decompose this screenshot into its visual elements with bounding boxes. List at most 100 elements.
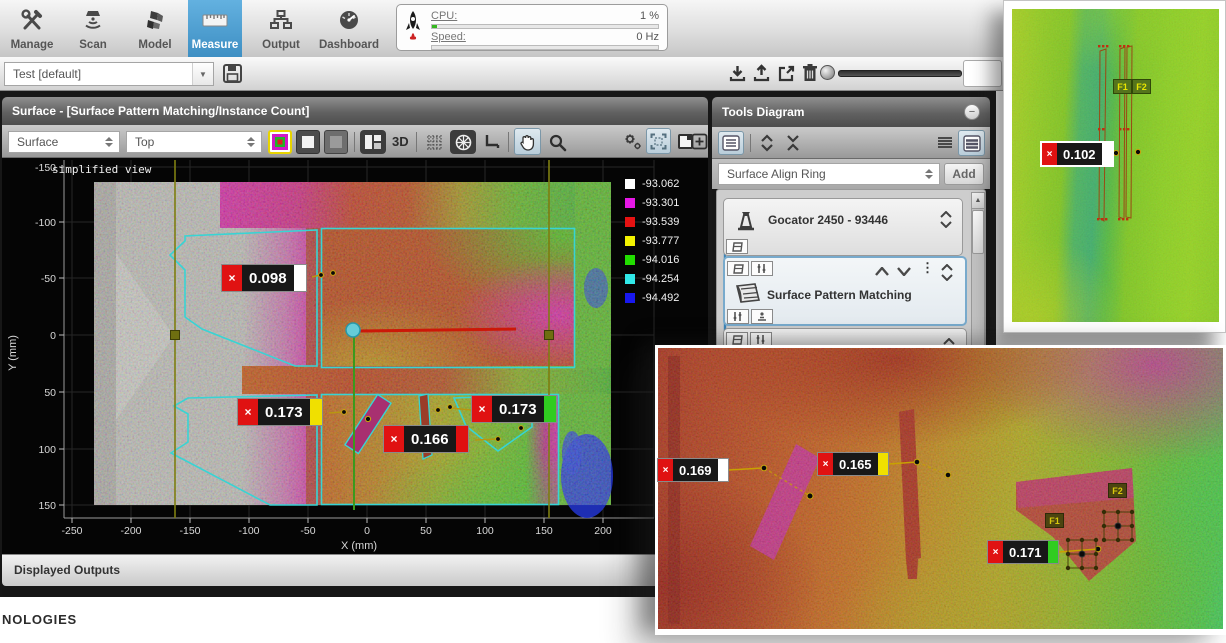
zoom-heatmap-image[interactable]: F1 F2 × 0.169 × 0.165 × 0.171 [658, 348, 1223, 629]
delete-measurement-icon[interactable]: × [472, 396, 492, 422]
measurement-label[interactable]: × 0.169 [657, 458, 729, 482]
add-tool-row: Surface Align Ring Add [712, 159, 990, 189]
surface-panel-title: Surface - [Surface Pattern Matching/Inst… [2, 97, 708, 125]
pan-hand-button[interactable] [514, 128, 541, 155]
uniform-view-button[interactable] [324, 130, 348, 154]
svg-text:-50: -50 [300, 525, 315, 537]
collapse-all-icon[interactable] [782, 132, 804, 154]
nav-measure[interactable]: Measure [188, 0, 242, 57]
collapse-panel-button[interactable]: − [964, 104, 980, 120]
nav-dashboard[interactable]: Dashboard [314, 0, 384, 57]
move-tool-down-icon[interactable] [895, 264, 913, 278]
svg-text:0: 0 [50, 330, 56, 342]
view-3d-button[interactable]: 3D [392, 134, 409, 149]
legend-row: -93.062 [625, 174, 679, 193]
tool-output-port[interactable] [727, 309, 749, 324]
measurement-label[interactable]: × 0.171 [987, 540, 1059, 564]
green-heatmap-image[interactable]: F1 F2 × 0.102 [1012, 9, 1219, 322]
toolbar-separator [416, 132, 417, 152]
profile-line-button[interactable] [482, 132, 502, 152]
surface-viewport[interactable]: -250 -200 -150 -100 -50 0 50 100 150 200… [2, 158, 708, 554]
delete-measurement-icon[interactable]: × [1042, 143, 1057, 165]
y-axis-ticks: -150 -100 -50 0 50 100 150 [35, 162, 56, 512]
surface-source-select[interactable]: Surface [8, 131, 120, 153]
surface-view-toolbar: Surface Top 3D [2, 125, 708, 158]
split-view-button[interactable] [360, 130, 386, 154]
replay-slider-track[interactable] [838, 70, 962, 77]
legend-swatch [625, 198, 635, 208]
nav-dashboard-label: Dashboard [319, 39, 379, 51]
measurement-color-chip [718, 459, 728, 481]
surface-view-select[interactable]: Top [126, 131, 262, 153]
delete-measurement-icon[interactable]: × [658, 459, 673, 481]
measurement-label[interactable]: × 0.098 [221, 264, 307, 292]
nav-manage[interactable]: Manage [4, 0, 60, 57]
export-job-button[interactable] [777, 64, 796, 83]
download-job-button[interactable] [728, 64, 747, 83]
detail-view-icon[interactable] [958, 130, 985, 156]
upload-job-button[interactable] [752, 64, 771, 83]
tool-output-port[interactable] [751, 309, 773, 324]
move-tool-up-icon[interactable] [873, 264, 891, 278]
speed-status-row: Speed: 0 Hz [431, 31, 659, 43]
cpu-value: 1 % [640, 10, 659, 22]
diagram-view-button[interactable] [718, 131, 744, 155]
job-select[interactable]: Test [default] ▼ [4, 62, 214, 86]
scan-sensor-icon [80, 7, 106, 33]
measurement-label[interactable]: × 0.102 [1040, 141, 1114, 167]
delete-measurement-icon[interactable]: × [238, 399, 258, 425]
heightmap-view-button[interactable] [268, 130, 292, 154]
feature-label-f2: F2 [1108, 483, 1127, 498]
tool-menu-dots-icon[interactable]: ⋮ [921, 260, 934, 276]
point-grid-button[interactable] [422, 130, 446, 154]
cpu-progress-bar [431, 24, 659, 29]
card-collapse-chevrons[interactable] [940, 211, 952, 228]
card-collapse-chevrons[interactable] [941, 264, 953, 281]
nav-output[interactable]: Output [252, 0, 310, 57]
delete-measurement-icon[interactable]: × [818, 453, 833, 475]
zoom-magnifier-button[interactable] [545, 130, 569, 154]
delete-measurement-icon[interactable]: × [222, 265, 242, 291]
tool-type-select[interactable]: Surface Align Ring [718, 163, 940, 185]
delete-measurement-icon[interactable]: × [384, 426, 404, 452]
snapshot-region-button[interactable] [646, 128, 671, 154]
list-view-icon[interactable] [934, 132, 956, 154]
tool-card-surface-pattern-matching[interactable]: ⋮ Surface Pattern Matching [723, 256, 967, 326]
sensor-output-port[interactable] [726, 239, 748, 254]
speed-value: 0 Hz [636, 31, 659, 43]
save-job-button[interactable] [222, 63, 243, 84]
surface-heatmap-canvas[interactable]: -250 -200 -150 -100 -50 0 50 100 150 200… [2, 158, 708, 554]
intensity-view-button[interactable] [296, 130, 320, 154]
replay-slider-knob[interactable] [820, 65, 835, 80]
svg-text:-100: -100 [238, 525, 259, 537]
tool-card-sensor[interactable]: Gocator 2450 - 93446 [723, 198, 963, 256]
tool-input-port-surface[interactable] [727, 261, 749, 276]
measurement-label[interactable]: × 0.165 [817, 452, 889, 476]
replay-position-box[interactable] [963, 60, 1002, 87]
displayed-outputs-bar[interactable]: Displayed Outputs [2, 554, 708, 586]
delete-measurement-icon[interactable]: × [988, 541, 1003, 563]
scroll-up-button[interactable]: ▲ [972, 193, 984, 209]
nav-model[interactable]: Model [126, 0, 184, 57]
surface-source-value: Surface [9, 135, 99, 149]
add-tool-button[interactable]: Add [944, 163, 984, 185]
measurement-label[interactable]: × 0.173 [471, 395, 557, 423]
view-settings-gears-icon[interactable] [622, 131, 643, 152]
measurement-label[interactable]: × 0.166 [383, 425, 469, 453]
nav-model-label: Model [138, 39, 171, 51]
svg-text:-150: -150 [179, 525, 200, 537]
surface-view-value: Top [127, 135, 241, 149]
scrollbar-thumb[interactable] [972, 210, 984, 254]
svg-text:50: 50 [44, 387, 56, 399]
tool-input-port-anchor[interactable] [751, 261, 773, 276]
nav-scan[interactable]: Scan [64, 0, 122, 57]
legend-swatch [625, 217, 635, 227]
color-wheel-button[interactable] [450, 130, 476, 154]
svg-text:50: 50 [420, 525, 432, 537]
legend-row: -94.254 [625, 269, 679, 288]
expand-all-icon[interactable] [756, 132, 778, 154]
delete-job-button[interactable] [801, 63, 819, 83]
system-status-box: CPU: 1 % Speed: 0 Hz [396, 4, 668, 51]
add-view-button[interactable] [689, 130, 709, 152]
measurement-label[interactable]: × 0.173 [237, 398, 323, 426]
